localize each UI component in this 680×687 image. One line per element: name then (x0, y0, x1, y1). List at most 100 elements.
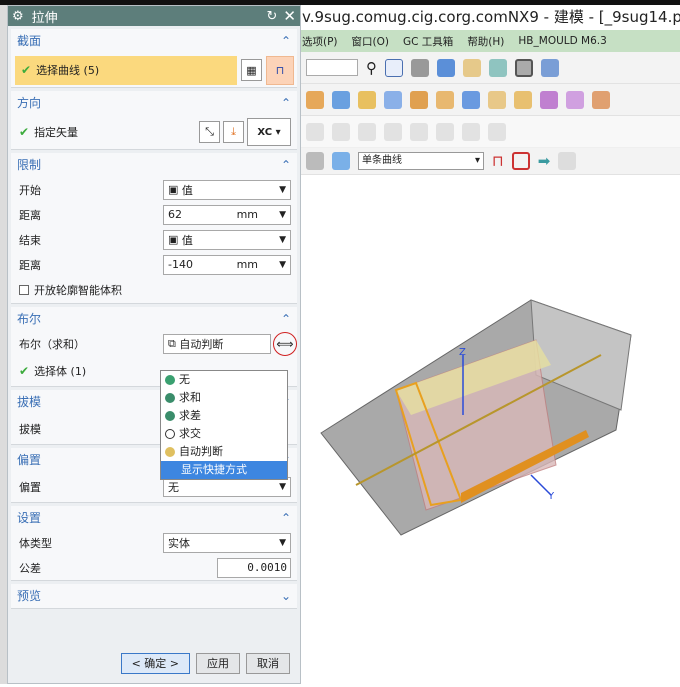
render-style-icon[interactable] (411, 58, 429, 77)
face-blend-icon[interactable] (514, 90, 532, 109)
collapse-icon[interactable]: ⌃ (281, 91, 291, 115)
pocket-icon[interactable] (410, 90, 428, 109)
option-label: 无 (179, 373, 190, 386)
menu-item-show-shortcuts[interactable]: 显示快捷方式 (161, 461, 287, 479)
dimension-icon[interactable] (358, 122, 376, 141)
command-search-input[interactable] (306, 59, 358, 76)
menu-item-infer[interactable]: 自动判断 (161, 443, 287, 461)
vector-type-select[interactable]: XC ▾ (247, 118, 291, 146)
offset-select[interactable]: 无 ▼ (163, 477, 291, 497)
search-icon[interactable]: ⚲ (366, 59, 377, 77)
chamfer-icon[interactable] (488, 90, 506, 109)
dialog-title: 拉伸 (31, 10, 58, 26)
pad-icon[interactable] (358, 90, 376, 109)
expand-icon[interactable]: ⌄ (281, 584, 291, 608)
menu-options[interactable]: 选项(P) (302, 34, 338, 49)
reset-icon[interactable]: ↻ (267, 9, 278, 24)
preview-header[interactable]: 预览 ⌄ (11, 584, 297, 608)
option-label: 求交 (179, 427, 201, 440)
curve-rule-select[interactable]: 单条曲线 (358, 152, 484, 170)
snap-point-icon[interactable] (558, 152, 577, 170)
start-select[interactable]: ▣ 值 ▼ (163, 179, 291, 200)
parallel-icon[interactable] (410, 122, 428, 141)
delete-face-icon[interactable] (592, 90, 610, 109)
preview-group: 预览 ⌄ (11, 584, 297, 609)
menu-item-none[interactable]: 无 (161, 371, 287, 389)
constraint-icon[interactable] (384, 122, 402, 141)
ok-button[interactable]: < 确定 > (120, 652, 190, 674)
open-profile-checkbox[interactable] (19, 285, 29, 295)
sketch-line-icon[interactable] (306, 122, 324, 141)
shell-icon[interactable] (436, 90, 454, 109)
pattern-icon[interactable] (462, 122, 480, 141)
cancel-button[interactable]: 取消 (246, 652, 290, 674)
end-distance-row: 距离 -140 mm ▼ (11, 252, 297, 277)
menu-window[interactable]: 窗口(O) (352, 34, 389, 49)
start-distance-input[interactable]: 62 mm ▼ (163, 204, 291, 225)
offset-face-icon[interactable] (566, 90, 584, 109)
dropdown-icon: ▼ (279, 537, 286, 548)
menu-gc-toolbox[interactable]: GC 工具箱 (403, 34, 453, 49)
app-title: v.9sug.comug.cig.corg.comNX9 - 建模 - [_9s… (300, 5, 680, 30)
specify-vector-row[interactable]: ✔ 指定矢量 ⤡ ⤓ XC ▾ (11, 115, 297, 149)
collapse-icon[interactable]: ⌃ (281, 153, 291, 177)
apply-button[interactable]: 应用 (196, 652, 240, 674)
dropdown-icon[interactable]: ▼ (279, 260, 286, 270)
tolerance-input[interactable]: 0.0010 (217, 557, 291, 578)
curve-icon[interactable]: ⊓ (266, 55, 294, 85)
boolean-header[interactable]: 布尔 ⌃ (11, 307, 297, 331)
body-type-select[interactable]: 实体 ▼ (163, 532, 291, 553)
end-select[interactable]: ▣ 值 ▼ (163, 229, 291, 250)
section-view-icon[interactable] (463, 58, 481, 77)
section-header[interactable]: 截面 ⌃ (11, 29, 297, 53)
clip-icon[interactable] (489, 58, 507, 77)
follow-fillet-icon[interactable] (511, 152, 530, 170)
background-icon[interactable] (515, 58, 533, 77)
collapse-icon[interactable]: ⌃ (281, 506, 291, 530)
menu-hb-mould[interactable]: HB_MOULD M6.3 (518, 35, 606, 47)
menu-item-intersect[interactable]: 求交 (161, 425, 287, 443)
vector-option-label: XC (257, 126, 273, 138)
trim-icon[interactable] (332, 122, 350, 141)
boolean-header-label: 布尔 (17, 312, 42, 326)
collapse-icon[interactable]: ⌃ (281, 307, 291, 331)
selection-filter-icon[interactable] (306, 152, 324, 170)
graphics-viewport[interactable]: Z Y (301, 175, 680, 684)
menu-item-subtract[interactable]: 求差 (161, 407, 287, 425)
move-icon[interactable] (541, 58, 559, 77)
limits-header[interactable]: 限制 ⌃ (11, 153, 297, 177)
stop-at-intersection-icon[interactable]: ⊓ (492, 152, 504, 170)
select-body-icon[interactable] (332, 152, 350, 170)
perpendicular-icon[interactable] (436, 122, 454, 141)
slot-icon[interactable] (384, 90, 402, 109)
vector-dialog-icon[interactable]: ⤓ (223, 121, 244, 143)
gear-icon[interactable]: ⚙ (12, 9, 24, 24)
mirror-icon[interactable] (488, 122, 506, 141)
close-icon[interactable]: ✕ (283, 7, 296, 25)
view-cube-icon[interactable] (437, 58, 455, 77)
menu-help[interactable]: 帮助(H) (467, 34, 504, 49)
edge-blend-icon[interactable] (462, 90, 480, 109)
arrow-right-icon[interactable]: ➡ (538, 152, 551, 170)
menu-item-unite[interactable]: 求和 (161, 389, 287, 407)
dialog-title-bar[interactable]: ⚙ 拉伸 ↻ ✕ (8, 6, 300, 26)
body-type-label: 体类型 (19, 536, 52, 550)
fit-view-icon[interactable] (385, 58, 403, 77)
open-profile-row[interactable]: 开放轮廓智能体积 (11, 277, 297, 303)
preview-header-label: 预览 (17, 589, 42, 603)
select-curve-row[interactable]: ✔ 选择曲线 (5) ▦ ⊓ (11, 53, 297, 87)
swept-icon[interactable] (332, 90, 350, 109)
collapse-icon[interactable]: ⌃ (281, 29, 291, 53)
reverse-direction-icon[interactable]: ⤡ (199, 121, 220, 143)
settings-header[interactable]: 设置 ⌃ (11, 506, 297, 530)
subtract-icon (165, 411, 175, 421)
boolean-select[interactable]: ⧉ 自动判断 (163, 333, 271, 354)
draft-label: 拔模 (19, 423, 41, 436)
direction-header[interactable]: 方向 ⌃ (11, 91, 297, 115)
extrude-icon[interactable] (306, 90, 324, 109)
end-distance-input[interactable]: -140 mm ▼ (163, 254, 291, 275)
dropdown-icon[interactable]: ▼ (279, 210, 286, 220)
move-face-icon[interactable] (540, 90, 558, 109)
unite-icon (165, 393, 175, 403)
sketch-section-icon[interactable]: ▦ (241, 59, 262, 81)
